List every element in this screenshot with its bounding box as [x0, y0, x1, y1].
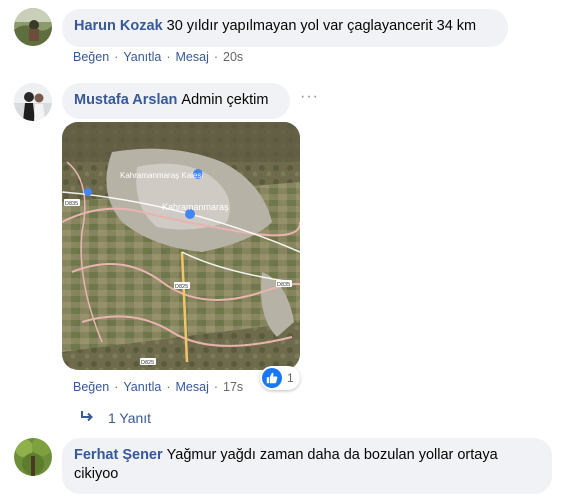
message-button[interactable]: Mesaj	[176, 380, 209, 394]
map-road-label: D825	[141, 360, 154, 366]
more-options-icon[interactable]: ···	[300, 89, 319, 105]
comment-author[interactable]: Harun Kozak	[74, 18, 163, 34]
separator: ·	[213, 380, 219, 394]
comment-bubble: Mustafa Arslan Admin çektim	[62, 83, 290, 119]
map-label-castle: Kahramanmaraş Kalesi	[120, 171, 203, 180]
like-reaction-icon	[262, 368, 282, 388]
map-road-label: D825	[175, 284, 188, 290]
comment-timestamp[interactable]: 17s	[223, 380, 243, 394]
comment-text: 30 yıldır yapılmayan yol var çaglayancer…	[166, 18, 477, 34]
avatar-mustafa-arslan[interactable]	[14, 83, 52, 121]
comment-actions: Beğen · Yanıtla · Mesaj · 17s	[73, 380, 243, 394]
reply-button[interactable]: Yanıtla	[123, 380, 161, 394]
map-label-city: Kahramanmaraş	[162, 202, 229, 212]
replies-label: 1 Yanıt	[108, 410, 152, 426]
map-image-attachment[interactable]: Kahramanmaraş Kalesi Kahramanmaraş D835 …	[62, 122, 300, 370]
avatar-harun-kozak[interactable]	[14, 8, 52, 46]
reply-arrow-icon	[80, 410, 94, 426]
separator: ·	[213, 50, 219, 64]
comment-author[interactable]: Mustafa Arslan	[74, 92, 177, 108]
reaction-count: 1	[287, 371, 294, 385]
comment-author[interactable]: Ferhat Şener	[74, 447, 163, 463]
comment-bubble: Ferhat Şener Yağmur yağdı zaman daha da b…	[62, 438, 552, 494]
avatar-ferhat-sener[interactable]	[14, 438, 52, 476]
map-road-label: D835	[277, 282, 290, 288]
comment-timestamp[interactable]: 20s	[223, 50, 243, 64]
separator: ·	[166, 380, 171, 394]
view-replies-link[interactable]: 1 Yanıt	[80, 410, 151, 426]
like-button[interactable]: Beğen	[73, 380, 109, 394]
reaction-count-badge[interactable]: 1	[260, 366, 300, 390]
map-road-label: D835	[65, 201, 78, 207]
like-button[interactable]: Beğen	[73, 50, 109, 64]
comment-text: Admin çektim	[181, 92, 269, 108]
comment-actions: Beğen · Yanıtla · Mesaj · 20s	[73, 50, 243, 64]
reply-button[interactable]: Yanıtla	[123, 50, 161, 64]
separator: ·	[114, 50, 119, 64]
comment-bubble: Harun Kozak 30 yıldır yapılmayan yol var …	[62, 9, 508, 47]
message-button[interactable]: Mesaj	[176, 50, 209, 64]
separator: ·	[166, 50, 171, 64]
separator: ·	[114, 380, 119, 394]
